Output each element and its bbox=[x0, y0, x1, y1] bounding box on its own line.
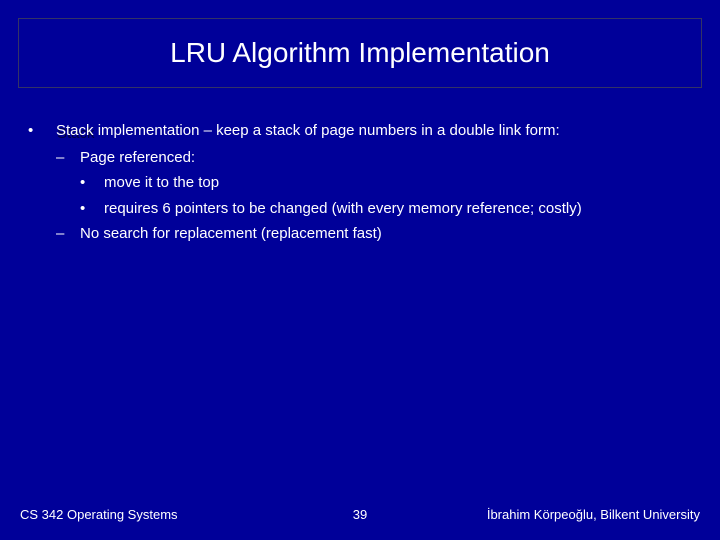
l1-rest: implementation – keep a stack of page nu… bbox=[98, 122, 560, 139]
footer-left: CS 342 Operating Systems bbox=[20, 507, 178, 522]
bullet-marker: • bbox=[80, 198, 104, 221]
bullet-marker: • bbox=[28, 120, 56, 143]
bullet-text: No search for replacement (replacement f… bbox=[80, 223, 382, 246]
bullet-text: move it to the top bbox=[104, 172, 692, 195]
bullet-marker: • bbox=[80, 172, 104, 195]
bullet-level2: – Page referenced: bbox=[56, 147, 692, 170]
bullet-level3: • move it to the top bbox=[80, 172, 692, 195]
content-area: • Stack Stack implementation – keep a st… bbox=[28, 120, 692, 249]
slide: LRU Algorithm Implementation • Stack Sta… bbox=[0, 0, 720, 540]
bullet-level2: – No search for replacement (replacement… bbox=[56, 223, 692, 246]
footer-page-number: 39 bbox=[353, 507, 367, 522]
title-container: LRU Algorithm Implementation bbox=[18, 18, 702, 88]
slide-title: LRU Algorithm Implementation bbox=[170, 37, 550, 69]
bullet-marker: – bbox=[56, 223, 80, 246]
bullet-text: Page referenced: bbox=[80, 147, 195, 170]
bullet-text: Stack Stack implementation – keep a stac… bbox=[56, 120, 692, 143]
bullet-level3: • requires 6 pointers to be changed (wit… bbox=[80, 198, 692, 221]
footer: CS 342 Operating Systems 39 İbrahim Körp… bbox=[20, 507, 700, 522]
bullet-text: requires 6 pointers to be changed (with … bbox=[104, 198, 692, 221]
stack-word: Stack Stack bbox=[56, 122, 98, 139]
bullet-marker: – bbox=[56, 147, 80, 170]
footer-right: İbrahim Körpeoğlu, Bilkent University bbox=[487, 507, 700, 522]
bullet-level1: • Stack Stack implementation – keep a st… bbox=[28, 120, 692, 143]
